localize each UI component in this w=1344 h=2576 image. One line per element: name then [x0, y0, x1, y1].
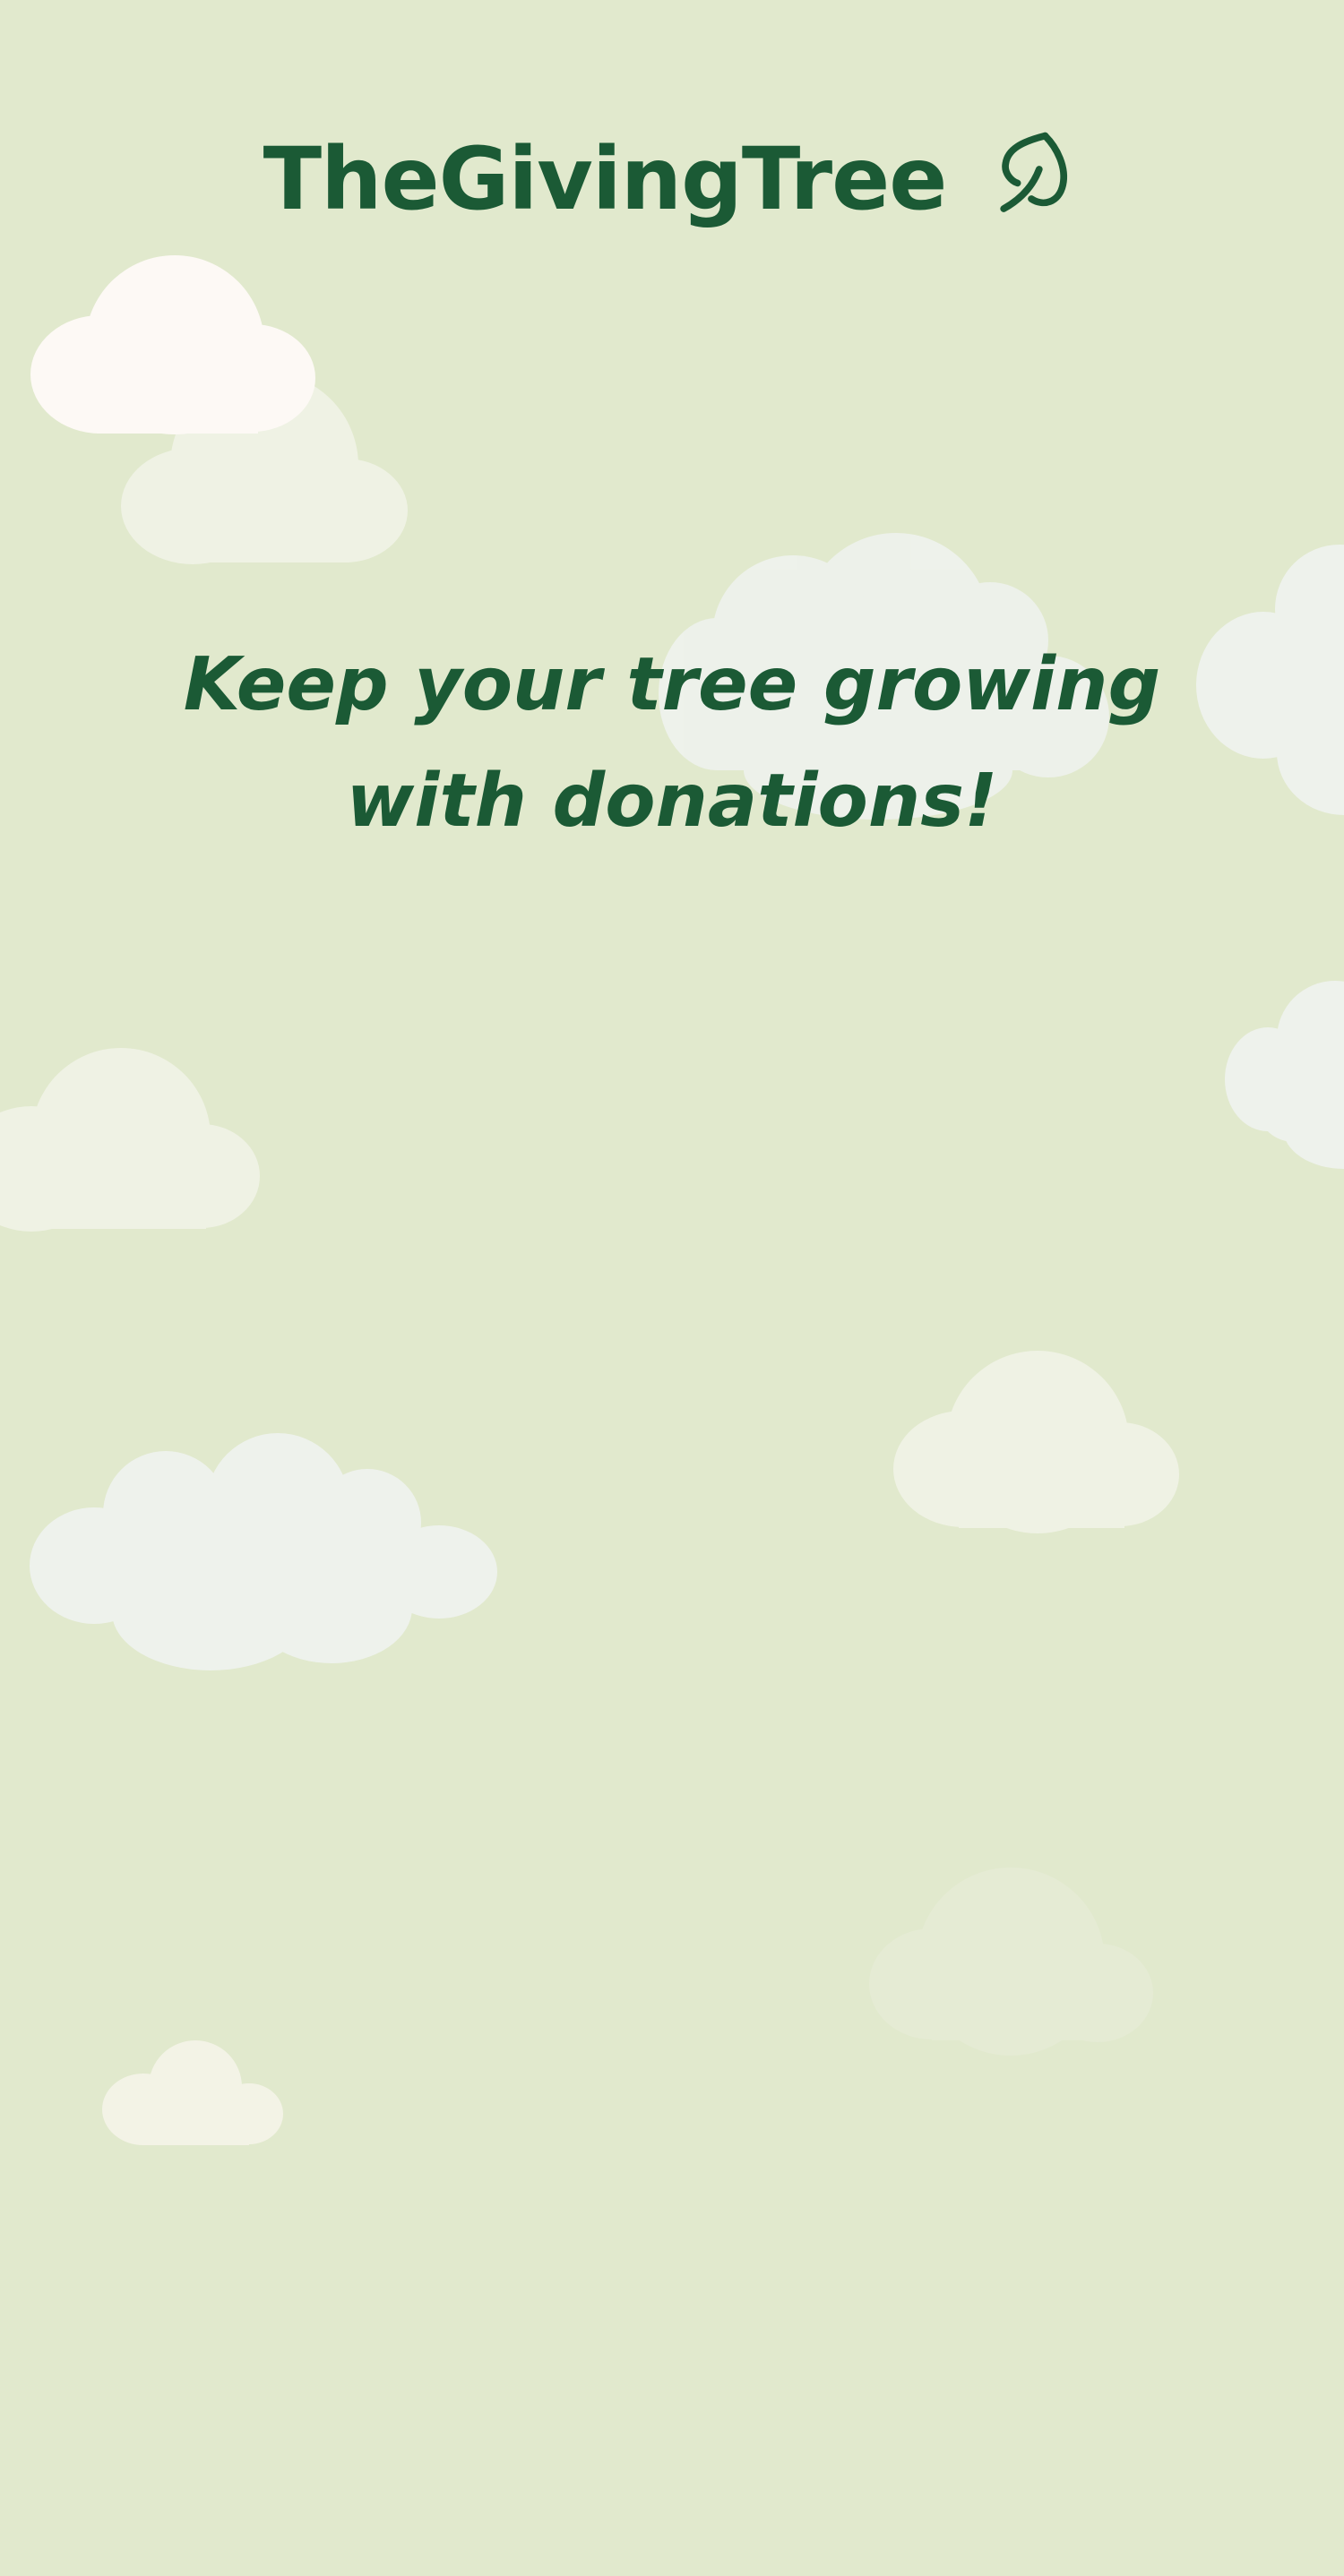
cloud [30, 1433, 497, 1670]
leaf-icon [1000, 132, 1068, 212]
site-header: TheGivingTree [0, 116, 1344, 242]
cloud [893, 1351, 1179, 1533]
brand-name: TheGivingTree [263, 129, 948, 229]
hero-heading-line-2: with donations! [346, 759, 998, 844]
cloud-background [0, 255, 1344, 2145]
brand-logo[interactable]: TheGivingTree [263, 130, 1081, 228]
cloud [30, 255, 315, 434]
cloud [1225, 981, 1344, 1169]
cloud [869, 1868, 1153, 2056]
hero-heading: Keep your tree growing with donations! [0, 627, 1344, 860]
landing-page: TheGivingTree Keep your tree growing wit… [0, 0, 1344, 2576]
hero-heading-line-1: Keep your tree growing [183, 642, 1161, 727]
hero-section: Keep your tree growing with donations! [0, 627, 1344, 860]
cloud [0, 1048, 260, 1232]
cloud [102, 2040, 283, 2145]
